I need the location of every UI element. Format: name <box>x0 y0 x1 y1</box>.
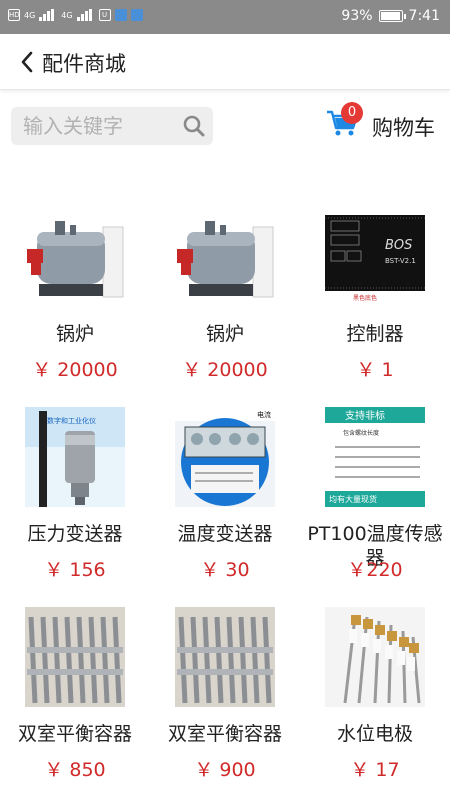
pt100-footer: 均有大量现货 <box>329 494 377 504</box>
network-4g-icon-2: 4G <box>61 10 73 20</box>
pressure-transmitter-image: 数字和工业化仪 <box>25 407 125 507</box>
product-price: ￥ 900 <box>194 759 256 781</box>
battery-percent: 93% <box>341 8 373 24</box>
product-name: 双室平衡容器 <box>167 723 282 745</box>
paw-app-icon <box>130 9 143 21</box>
product-name: 水位电极 <box>336 723 413 745</box>
pt100-sensor-image: 支持非标 包含螺纹长度 均有大量现货 <box>325 407 425 507</box>
status-icons: HD 4G 4G U <box>8 9 143 21</box>
header: 配件商城 <box>0 34 450 90</box>
status-bar: HD 4G 4G U 93% 7:41 <box>0 0 450 34</box>
pt100-sub: 包含螺纹长度 <box>343 429 379 437</box>
product-card[interactable]: 双室平衡容器 ￥ 850 <box>0 590 150 790</box>
product-card[interactable]: 数字和工业化仪 压力变送器 ￥ 156 <box>0 390 150 590</box>
chevron-left-icon[interactable] <box>18 50 38 74</box>
usb-icon: U <box>98 9 111 21</box>
signal-icon <box>39 9 57 21</box>
product-name: 锅炉 <box>55 323 94 345</box>
search-input[interactable] <box>23 111 173 141</box>
product-price: ￥ 17 <box>350 759 400 781</box>
battery-icon <box>378 10 406 22</box>
network-4g-icon: 4G <box>24 10 36 20</box>
product-price: ￥ 1 <box>356 359 394 381</box>
product-name: 锅炉 <box>205 323 244 345</box>
balance-vessel-image <box>175 607 275 707</box>
product-card[interactable]: 锅炉 ￥ 20000 <box>150 190 300 390</box>
page-title: 配件商城 <box>42 52 126 76</box>
temp-caption: 电流 <box>257 410 271 419</box>
product-price: ￥ 850 <box>44 759 106 781</box>
temperature-transmitter-image: 电流 <box>175 407 275 507</box>
product-card[interactable]: 双室平衡容器 ￥ 900 <box>150 590 300 790</box>
boiler-image <box>175 207 275 307</box>
controller-brand: BOS <box>385 238 412 253</box>
product-price: ￥ 156 <box>44 559 106 581</box>
pressure-caption: 数字和工业化仪 <box>47 416 96 425</box>
product-price: ￥220 <box>347 559 403 581</box>
pt100-banner: 支持非标 <box>345 409 385 422</box>
product-name: 压力变送器 <box>27 523 123 545</box>
boiler-image <box>25 207 125 307</box>
cart-count-badge: 0 <box>341 102 363 124</box>
product-card[interactable]: BOS BST-V2.1 黑色底色 控制器 ￥ 1 <box>300 190 450 390</box>
product-name: 双室平衡容器 <box>17 723 132 745</box>
controller-model: BST-V2.1 <box>385 257 416 265</box>
app-notification-icon <box>114 9 127 21</box>
cart-label: 购物车 <box>372 116 435 140</box>
product-price: ￥ 20000 <box>182 359 268 381</box>
search-icon[interactable] <box>182 114 206 138</box>
product-price: ￥ 20000 <box>32 359 118 381</box>
product-name: 控制器 <box>346 323 404 345</box>
hd-icon: HD <box>8 9 20 21</box>
product-card[interactable]: 锅炉 ￥ 20000 <box>0 190 150 390</box>
search-box <box>11 107 213 145</box>
product-name: 温度变送器 <box>177 523 273 545</box>
product-card[interactable]: 水位电极 ￥ 17 <box>300 590 450 790</box>
product-card[interactable]: 支持非标 包含螺纹长度 均有大量现货 PT100温度传感器 ￥220 <box>300 390 450 590</box>
cart-button[interactable]: 0 购物车 <box>326 102 446 146</box>
balance-vessel-image <box>25 607 125 707</box>
clock: 7:41 <box>408 8 440 24</box>
controller-caption: 黑色底色 <box>353 294 377 302</box>
product-price: ￥ 30 <box>200 559 250 581</box>
controller-image: BOS BST-V2.1 黑色底色 <box>325 207 425 307</box>
signal-icon-2 <box>76 9 95 21</box>
water-level-electrode-image <box>325 607 425 707</box>
product-card[interactable]: 电流 温度变送器 ￥ 30 <box>150 390 300 590</box>
